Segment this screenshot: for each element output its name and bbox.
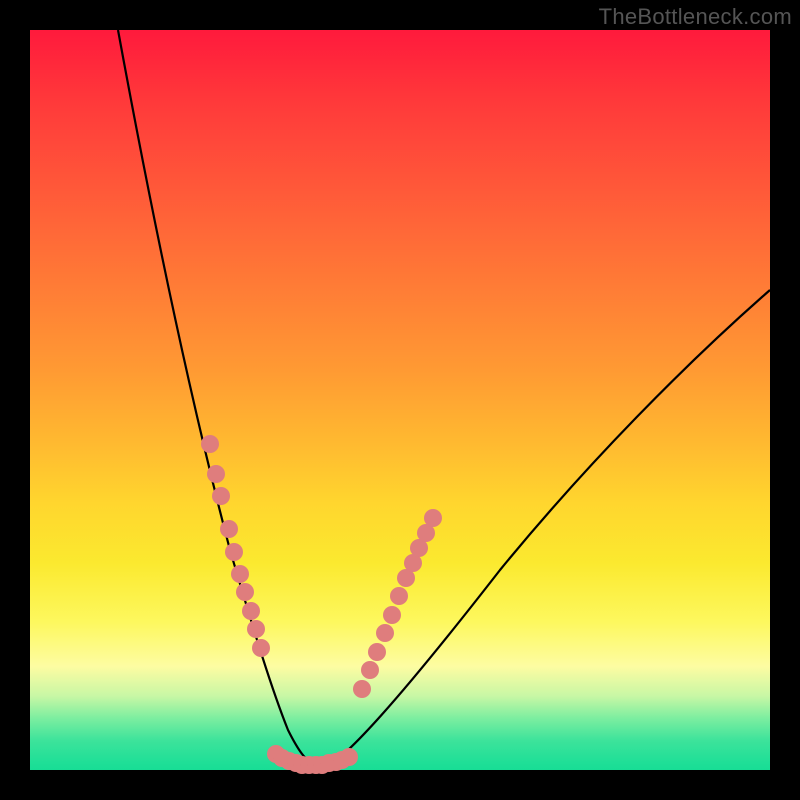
left-cluster-dots [201, 435, 270, 657]
plot-area [30, 30, 770, 770]
right-cluster-dots [353, 509, 442, 698]
chart-frame: TheBottleneck.com [0, 0, 800, 800]
valley-dots [267, 745, 358, 774]
watermark: TheBottleneck.com [599, 4, 792, 30]
bottleneck-curve [118, 30, 770, 766]
chart-svg [30, 30, 770, 770]
